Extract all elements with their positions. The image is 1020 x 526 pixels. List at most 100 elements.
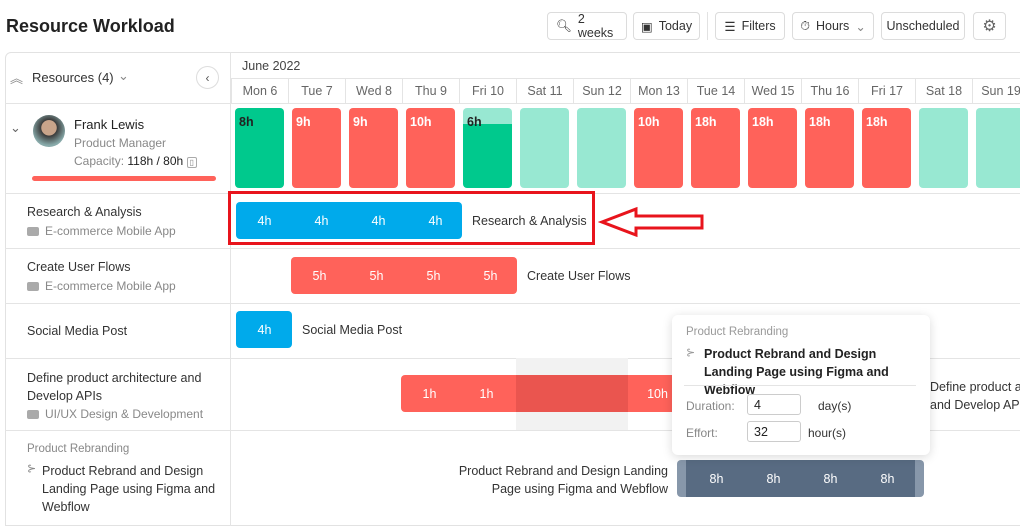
capacity-bar: [32, 176, 216, 181]
expand-chevron-icon[interactable]: ⌄: [10, 120, 21, 136]
subtask-icon: ⊱: [27, 463, 37, 475]
folder-icon: [27, 226, 39, 236]
workload-hours: 10h: [638, 115, 660, 129]
task-bar-label: Product Rebrand and Design Landing Page u…: [458, 464, 668, 496]
workload-hours: 18h: [695, 115, 717, 129]
bar-hours: 8h: [766, 471, 781, 486]
bar-hours: 8h: [880, 471, 895, 486]
workload-cell-over[interactable]: 9h: [292, 108, 341, 188]
task-bar-label: Define product ar and Develop API: [930, 380, 1020, 412]
workload-cell-over[interactable]: 18h: [862, 108, 911, 188]
avatar: [33, 115, 65, 147]
task-bar-rebrand[interactable]: 8h 8h 8h 8h: [677, 460, 924, 497]
parent-project: Product Rebranding: [27, 443, 130, 455]
day-header: Fri 10: [459, 78, 516, 103]
bar-hours: 5h: [426, 268, 441, 283]
duration-label: Duration:: [686, 399, 735, 413]
hours-dropdown[interactable]: ⏱ Hours ⌄: [792, 12, 874, 40]
project-name: UI/UX Design & Development: [27, 407, 203, 421]
bar-hours: 8h: [709, 471, 724, 486]
highlight-box: [228, 191, 595, 245]
workload-cell-over[interactable]: 10h: [406, 108, 455, 188]
workload-cell-free[interactable]: [919, 108, 968, 188]
zoom-icon: 🔍︎: [556, 18, 572, 33]
workload-hours: 6h: [467, 115, 482, 129]
bar-hours: 8h: [823, 471, 838, 486]
collapse-panel-button[interactable]: ‹: [196, 66, 219, 89]
chevron-down-icon[interactable]: ⌄: [118, 68, 129, 84]
day-header: Mon 13: [630, 78, 687, 103]
bar-hours: 4h: [257, 322, 272, 337]
task-bar-user-flows[interactable]: 5h 5h 5h 5h: [291, 257, 517, 294]
day-header: Sat 11: [516, 78, 573, 103]
resources-label[interactable]: Resources (4): [32, 70, 114, 85]
settings-button[interactable]: ⚙: [973, 12, 1006, 40]
day-header: Fri 17: [858, 78, 915, 103]
task-tooltip: Product Rebranding ⊱ Product Rebrand and…: [672, 315, 930, 455]
workload-cell-ok[interactable]: 8h: [235, 108, 284, 188]
filter-icon: ☰: [724, 19, 736, 34]
resource-name[interactable]: Frank Lewis: [74, 117, 144, 132]
workload-cell-over[interactable]: 18h: [805, 108, 854, 188]
folder-icon: [27, 281, 39, 291]
zoom-button[interactable]: 🔍︎ 2 weeks: [547, 12, 627, 40]
gear-icon: ⚙: [982, 18, 997, 35]
resource-role: Product Manager: [74, 136, 167, 150]
subtask-icon: ⊱: [686, 347, 696, 359]
today-button[interactable]: ▣ Today: [633, 12, 700, 40]
project-name: E-commerce Mobile App: [27, 279, 176, 293]
capacity-label: Capacity: 118h / 80h ▯: [74, 154, 197, 168]
unscheduled-button[interactable]: Unscheduled: [881, 12, 965, 40]
workload-hours: 18h: [809, 115, 831, 129]
task-bar-social[interactable]: 4h: [236, 311, 292, 348]
day-header: Thu 16: [801, 78, 858, 103]
workload-hours: 18h: [866, 115, 888, 129]
day-header: Sun 19: [972, 78, 1020, 103]
duration-input[interactable]: [747, 394, 801, 415]
effort-input[interactable]: [747, 421, 801, 442]
arrow-left-icon: [598, 206, 704, 238]
day-header: Wed 15: [744, 78, 801, 103]
task-name[interactable]: Product Rebrand and Design Landing Page …: [42, 462, 217, 516]
task-name[interactable]: Social Media Post: [27, 324, 127, 338]
project-name: E-commerce Mobile App: [27, 224, 176, 238]
collapse-all-icon[interactable]: ︽: [10, 68, 23, 87]
workload-hours: 9h: [296, 115, 311, 129]
task-name[interactable]: Research & Analysis: [27, 205, 142, 219]
day-header: Thu 9: [402, 78, 459, 103]
workload-hours: 8h: [239, 115, 254, 129]
panel-icon[interactable]: ▯: [186, 157, 197, 168]
workload-cell-over[interactable]: 9h: [349, 108, 398, 188]
workload-cell-free[interactable]: [976, 108, 1020, 188]
month-label: June 2022: [242, 59, 301, 73]
workload-hours: 18h: [752, 115, 774, 129]
workload-cell-free[interactable]: [520, 108, 569, 188]
day-header: Sun 12: [573, 78, 630, 103]
calendar-icon: ▣: [640, 19, 653, 34]
bar-hours: 5h: [483, 268, 498, 283]
workload-cell-partial[interactable]: 6h: [463, 108, 512, 188]
workload-cell-over[interactable]: 18h: [748, 108, 797, 188]
weekend-overlay: [516, 375, 628, 412]
bar-hours: 5h: [312, 268, 327, 283]
task-bar-label: Social Media Post: [302, 323, 403, 337]
workload-hours: 10h: [410, 115, 432, 129]
workload-hours: 9h: [353, 115, 368, 129]
page-title: Resource Workload: [6, 16, 175, 36]
day-header: Tue 7: [288, 78, 345, 103]
workload-cell-over[interactable]: 18h: [691, 108, 740, 188]
bar-hours: 1h: [479, 386, 494, 401]
filters-button[interactable]: ☰ Filters: [715, 12, 785, 40]
day-header: Wed 8: [345, 78, 402, 103]
folder-icon: [27, 409, 39, 419]
task-bar-label: Create User Flows: [527, 269, 631, 283]
bar-hours: 5h: [369, 268, 384, 283]
duration-unit: day(s): [818, 399, 852, 413]
workload-cell-over[interactable]: 10h: [634, 108, 683, 188]
task-name[interactable]: Create User Flows: [27, 260, 131, 274]
tooltip-parent: Product Rebranding: [686, 326, 789, 338]
task-name[interactable]: Define product architecture and Develop …: [27, 369, 217, 405]
workload-cell-free[interactable]: [577, 108, 626, 188]
chevron-down-icon: ⌄: [855, 19, 866, 34]
bar-hours: 1h: [422, 386, 437, 401]
